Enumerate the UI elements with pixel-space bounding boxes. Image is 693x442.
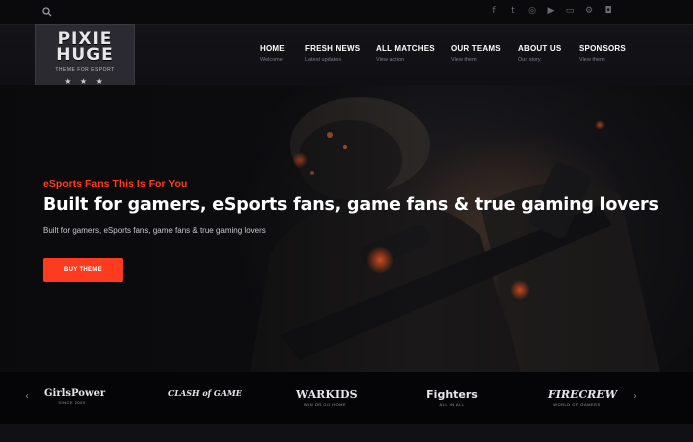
sponsor-motto: WORLD OF GAMERS bbox=[553, 402, 601, 407]
nav-sponsors-sub: View them bbox=[579, 57, 605, 63]
nav-about-us-label: ABOUT US bbox=[518, 44, 562, 53]
sponsors-prev-button[interactable]: ‹ bbox=[25, 391, 29, 402]
nav-home[interactable]: HOME Welcome bbox=[260, 44, 285, 63]
sponsor-motto: WIN OR GO HOME bbox=[303, 402, 347, 407]
sponsor-name: CLASH of GAME bbox=[168, 388, 242, 398]
social-links: f t ◎ ▶ ▭ ⚙ ◘ bbox=[489, 6, 613, 16]
youtube-icon[interactable]: ▶ bbox=[546, 6, 556, 16]
sponsor-logo[interactable]: CLASH of GAME bbox=[168, 388, 242, 399]
sponsor-name: GirlsPower bbox=[44, 388, 106, 399]
twitter-icon[interactable]: t bbox=[508, 6, 518, 16]
steam-icon[interactable]: ⚙ bbox=[584, 6, 594, 16]
sponsor-name: FIRECREW bbox=[548, 388, 618, 401]
sponsor-motto: ALL IN ALL bbox=[439, 402, 465, 407]
sponsors-bar: ‹ GirlsPower SINCE 2009 CLASH of GAME WA… bbox=[0, 372, 693, 424]
nav-sponsors[interactable]: SPONSORS View them bbox=[579, 44, 626, 63]
nav-our-teams[interactable]: OUR TEAMS View them bbox=[451, 44, 501, 63]
nav-our-teams-label: OUR TEAMS bbox=[451, 44, 501, 53]
hero-kicker: eSports Fans This Is For You bbox=[43, 178, 188, 190]
nav-all-matches[interactable]: ALL MATCHES View action bbox=[376, 44, 435, 63]
top-bar: f t ◎ ▶ ▭ ⚙ ◘ bbox=[0, 0, 693, 25]
sponsors-next-button[interactable]: › bbox=[633, 391, 637, 402]
discord-icon[interactable]: ◘ bbox=[603, 6, 613, 16]
nav-all-matches-sub: View action bbox=[376, 57, 405, 63]
sponsor-logo[interactable]: FIRECREW WORLD OF GAMERS bbox=[548, 388, 618, 407]
footer-strip bbox=[0, 424, 693, 442]
nav-fresh-news[interactable]: FRESH NEWS Latest updates bbox=[305, 44, 360, 63]
sponsor-name: Fighters bbox=[426, 388, 478, 401]
sponsor-logo[interactable]: WARKIDS WIN OR GO HOME bbox=[296, 388, 358, 407]
search-icon[interactable] bbox=[42, 7, 52, 17]
sponsor-name: WARKIDS bbox=[296, 388, 358, 401]
nav-home-label: HOME bbox=[260, 44, 285, 53]
facebook-icon[interactable]: f bbox=[489, 6, 499, 16]
hero-banner: eSports Fans This Is For You Built for g… bbox=[0, 85, 693, 372]
nav-fresh-news-label: FRESH NEWS bbox=[305, 44, 361, 53]
sponsor-motto: SINCE 2009 bbox=[58, 400, 86, 405]
nav-about-us-sub: Our story bbox=[518, 57, 541, 63]
nav-home-sub: Welcome bbox=[260, 57, 283, 63]
instagram-icon[interactable]: ◎ bbox=[527, 6, 537, 16]
buy-theme-button[interactable]: BUY THEME bbox=[43, 258, 123, 282]
nav-our-teams-sub: View them bbox=[451, 57, 477, 63]
nav-all-matches-label: ALL MATCHES bbox=[376, 44, 435, 53]
main-nav: HOME Welcome FRESH NEWS Latest updates A… bbox=[0, 44, 693, 74]
nav-about-us[interactable]: ABOUT US Our story bbox=[518, 44, 561, 63]
hero-title: Built for gamers, eSports fans, game fan… bbox=[43, 195, 659, 215]
hero-subtitle: Built for gamers, eSports fans, game fan… bbox=[43, 226, 266, 235]
nav-sponsors-label: SPONSORS bbox=[579, 44, 626, 53]
nav-fresh-news-sub: Latest updates bbox=[305, 57, 342, 63]
sponsor-logo[interactable]: GirlsPower SINCE 2009 bbox=[44, 388, 106, 405]
twitch-icon[interactable]: ▭ bbox=[565, 6, 575, 16]
sponsor-logo[interactable]: Fighters ALL IN ALL bbox=[422, 388, 482, 407]
